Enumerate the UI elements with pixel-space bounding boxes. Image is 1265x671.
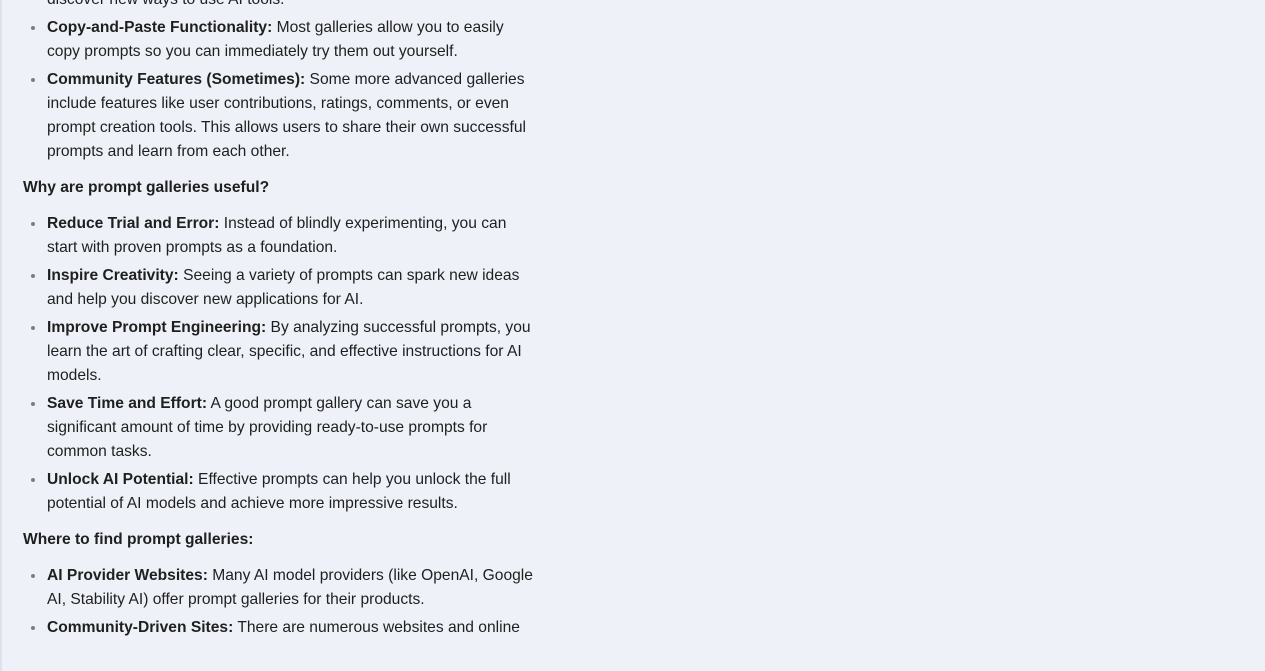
list-item: Improve Prompt Engineering: By analyzing… — [23, 316, 533, 388]
list-item-bold: Reduce Trial and Error: — [47, 215, 220, 232]
list-item: Community-Driven Sites: There are numero… — [23, 616, 533, 640]
list-item: Community Features (Sometimes): Some mor… — [23, 68, 533, 164]
features-list: discover new ways to use AI tools. Copy-… — [23, 0, 533, 164]
list-item: Unlock AI Potential: Effective prompts c… — [23, 468, 533, 516]
list-item: Inspire Creativity: Seeing a variety of … — [23, 264, 533, 312]
list-item-text: discover new ways to use AI tools. — [47, 0, 285, 8]
list-item: AI Provider Websites: Many AI model prov… — [23, 564, 533, 612]
list-item-bold: Community Features (Sometimes): — [47, 71, 306, 88]
section-heading-why: Why are prompt galleries useful? — [23, 179, 270, 196]
list-item-continuation: discover new ways to use AI tools. — [23, 0, 533, 12]
list-item-bold: Unlock AI Potential: — [47, 471, 194, 488]
list-item: Reduce Trial and Error: Instead of blind… — [23, 212, 533, 260]
list-item-bold: Improve Prompt Engineering: — [47, 319, 267, 336]
response-content: discover new ways to use AI tools. Copy-… — [23, 0, 533, 644]
list-item-bold: Community-Driven Sites: — [47, 619, 234, 636]
section-heading-where: Where to find prompt galleries: — [23, 531, 254, 548]
sources-list: AI Provider Websites: Many AI model prov… — [23, 564, 533, 640]
left-edge-border — [0, 0, 2, 671]
list-item-bold: Save Time and Effort: — [47, 395, 208, 412]
list-item: Save Time and Effort: A good prompt gall… — [23, 392, 533, 464]
list-item-bold: Copy-and-Paste Functionality: — [47, 19, 273, 36]
list-item-bold: Inspire Creativity: — [47, 267, 179, 284]
usefulness-list: Reduce Trial and Error: Instead of blind… — [23, 212, 533, 516]
list-item-text: There are numerous websites and online — [233, 619, 520, 636]
list-item: Copy-and-Paste Functionality: Most galle… — [23, 16, 533, 64]
list-item-bold: AI Provider Websites: — [47, 567, 208, 584]
